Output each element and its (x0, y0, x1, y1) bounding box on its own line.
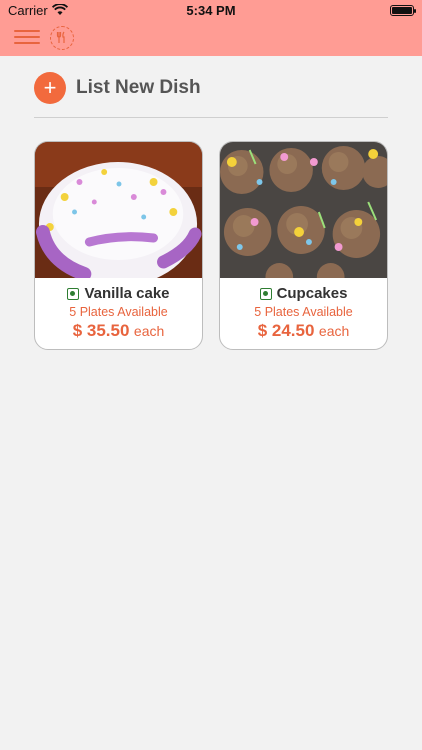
clock-time: 5:34 PM (186, 3, 236, 18)
price-unit: each (318, 323, 350, 339)
price-unit: each (133, 323, 165, 339)
divider (34, 117, 388, 118)
veg-indicator-icon (259, 287, 272, 300)
top-bar: Carrier 5:34 PM (0, 0, 422, 56)
dish-card[interactable]: Cupcakes 5 Plates Available $ 24.50 each (219, 141, 388, 350)
dish-info: Cupcakes 5 Plates Available $ 24.50 each (220, 285, 387, 341)
veg-indicator-icon (67, 287, 80, 300)
fork-knife-icon (50, 26, 74, 50)
dish-name: Cupcakes (276, 285, 348, 302)
list-new-dish-title[interactable]: List New Dish (76, 77, 201, 99)
hamburger-menu-button[interactable] (14, 27, 40, 49)
status-bar: Carrier 5:34 PM (0, 0, 422, 22)
dish-price: $ 24.50 (257, 321, 315, 340)
dish-availability: 5 Plates Available (69, 305, 168, 319)
battery-icon (390, 5, 416, 16)
cupcakes-photo (220, 142, 387, 278)
dish-card[interactable]: Vanilla cake 5 Plates Available $ 35.50 … (34, 141, 203, 350)
add-dish-button[interactable]: + (34, 72, 66, 104)
dish-name: Vanilla cake (84, 285, 170, 302)
dish-availability: 5 Plates Available (254, 305, 353, 319)
list-new-dish-row[interactable]: + List New Dish (34, 72, 394, 104)
dish-price: $ 35.50 (72, 321, 130, 340)
dish-info: Vanilla cake 5 Plates Available $ 35.50 … (35, 285, 202, 341)
cake-photo (35, 142, 202, 278)
